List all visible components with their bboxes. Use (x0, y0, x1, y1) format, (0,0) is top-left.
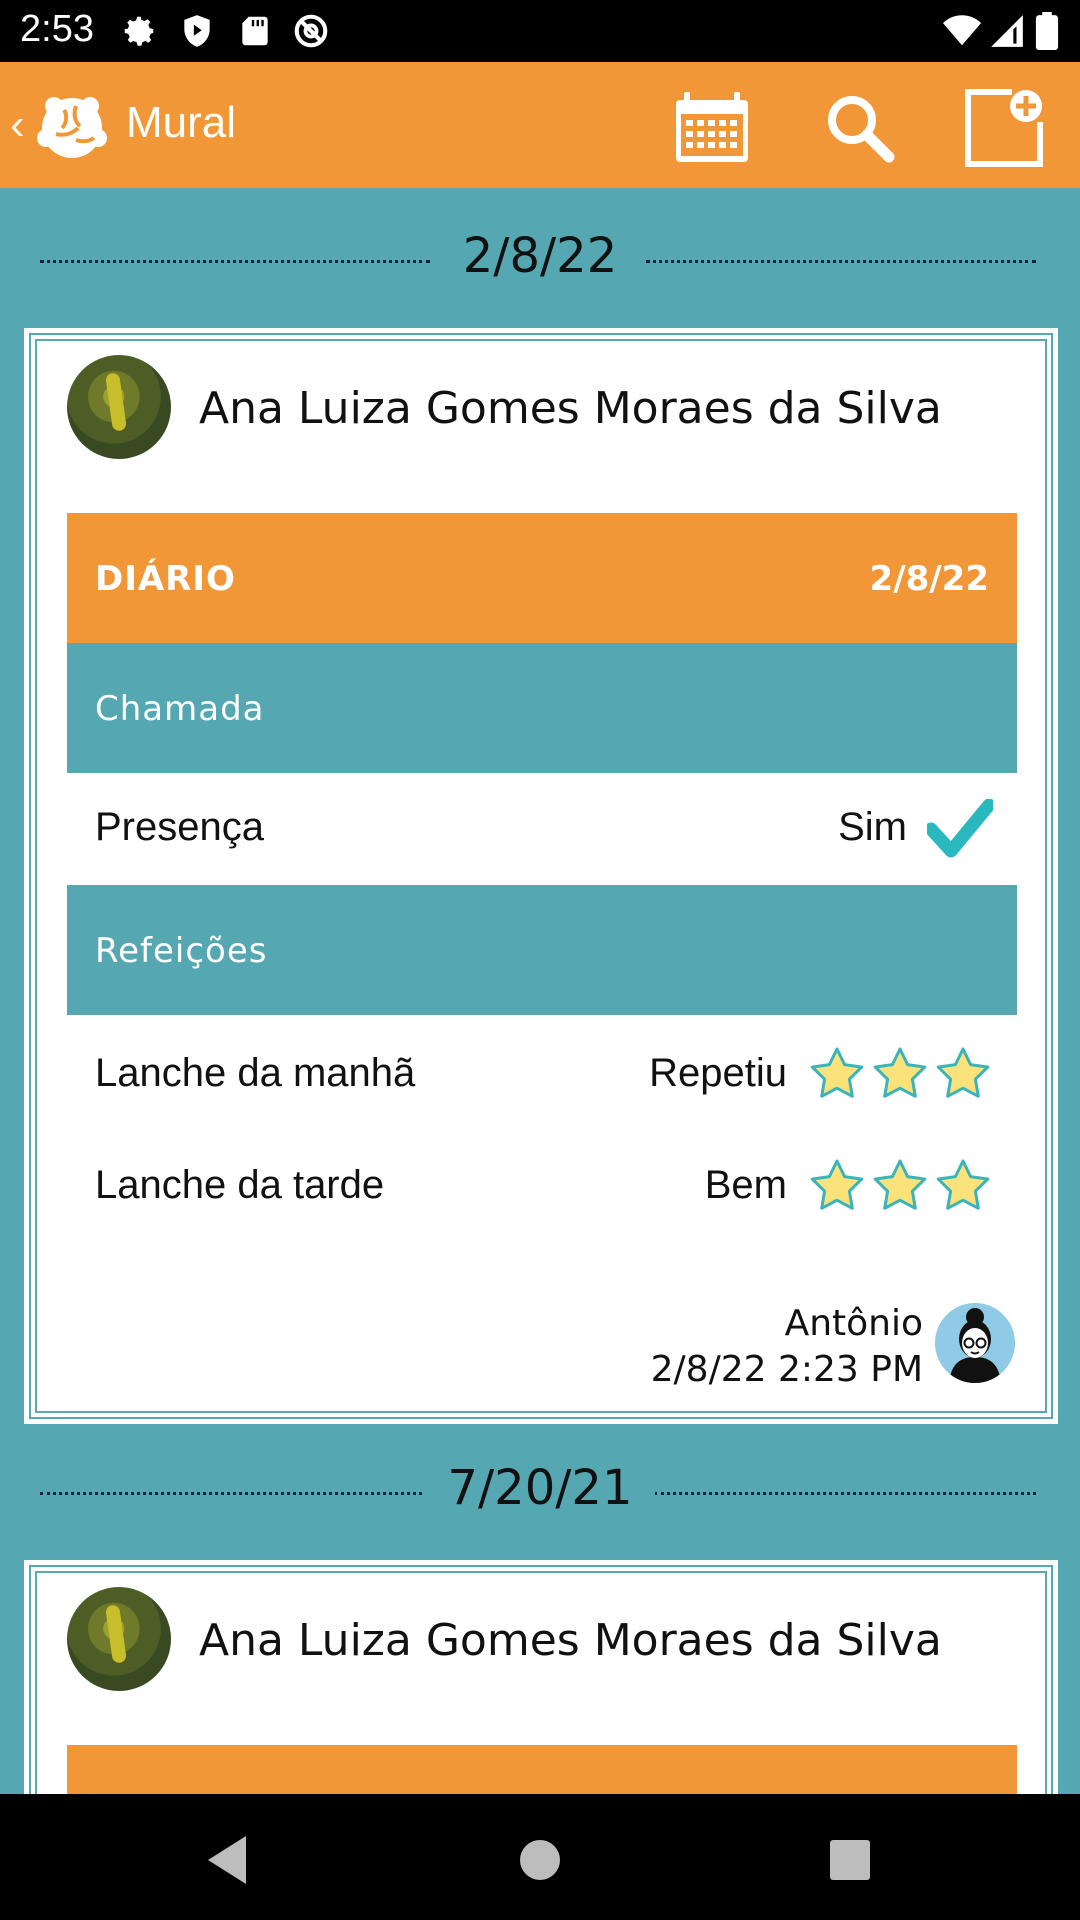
student-avatar[interactable] (67, 1587, 171, 1691)
section-header-refeicoes: Refeições (67, 885, 1017, 1015)
student-name[interactable]: Ana Luiza Gomes Moraes da Silva (199, 1615, 942, 1666)
diary-label: DIÁRIO (95, 559, 236, 599)
diary-date: 2/8/22 (869, 559, 989, 599)
star-icon (810, 1159, 864, 1210)
wifi-icon (943, 15, 981, 46)
back-chevron-icon[interactable]: ‹ (10, 100, 25, 150)
new-post-icon[interactable] (964, 88, 1044, 168)
attendance-row: Presença Sim (67, 773, 1017, 883)
star-icon (873, 1159, 927, 1210)
star-rating (807, 1045, 993, 1105)
signal-icon (991, 15, 1023, 47)
row-label: Lanche da manhã (95, 1051, 416, 1095)
home-nav-icon[interactable] (510, 1830, 570, 1890)
play-protect-icon (184, 15, 210, 47)
author-datetime: 2/8/22 2:23 PM (650, 1349, 923, 1390)
diary-header: DIÁRIO 2/8/22 (67, 513, 1017, 643)
row-value: Repetiu (649, 1051, 787, 1095)
student-name[interactable]: Ana Luiza Gomes Moraes da Silva (199, 383, 942, 434)
star-icon (936, 1047, 990, 1098)
student-avatar[interactable] (67, 355, 171, 459)
star-icon (810, 1047, 864, 1098)
check-icon (927, 799, 993, 858)
status-time: 2:53 (20, 8, 94, 50)
row-label: Lanche da tarde (95, 1163, 385, 1207)
author-name: Antônio (784, 1303, 923, 1344)
sd-card-icon (242, 16, 268, 46)
meal-row: Lanche da tarde Bem (67, 1131, 1017, 1241)
post-card[interactable]: Ana Luiza Gomes Moraes da Silva (24, 1560, 1058, 1815)
author-info: Antônio 2/8/22 2:23 PM (651, 1301, 923, 1393)
calendar-icon[interactable] (672, 88, 752, 168)
section-title: Chamada (95, 689, 265, 729)
sync-disabled-icon (294, 14, 328, 48)
app-bar: ‹ Mural (0, 62, 1080, 188)
navigation-bar (0, 1794, 1080, 1920)
teacher-avatar-icon[interactable] (935, 1303, 1015, 1383)
post-card[interactable]: Ana Luiza Gomes Moraes da Silva DIÁRIO 2… (24, 328, 1058, 1424)
date-separator: 7/20/21 (0, 1452, 1080, 1532)
row-value: Bem (704, 1163, 787, 1207)
date-label: 7/20/21 (425, 1460, 655, 1516)
date-label: 2/8/22 (440, 228, 640, 284)
section-title: Refeições (95, 931, 268, 971)
battery-icon (1035, 12, 1059, 50)
search-icon[interactable] (820, 88, 900, 168)
section-header-chamada: Chamada (67, 643, 1017, 773)
meal-row: Lanche da manhã Repetiu (67, 1019, 1017, 1129)
row-value: Sim (838, 805, 907, 849)
date-separator: 2/8/22 (0, 220, 1080, 300)
star-icon (873, 1047, 927, 1098)
status-bar: 2:53 (0, 0, 1080, 62)
app-logo-icon[interactable] (34, 90, 110, 162)
star-icon (936, 1159, 990, 1210)
app-title: Mural (126, 98, 237, 147)
settings-icon (124, 16, 154, 46)
back-nav-icon[interactable] (200, 1830, 260, 1890)
row-label: Presença (95, 805, 264, 849)
recents-nav-icon[interactable] (820, 1830, 880, 1890)
star-rating (807, 1157, 993, 1217)
